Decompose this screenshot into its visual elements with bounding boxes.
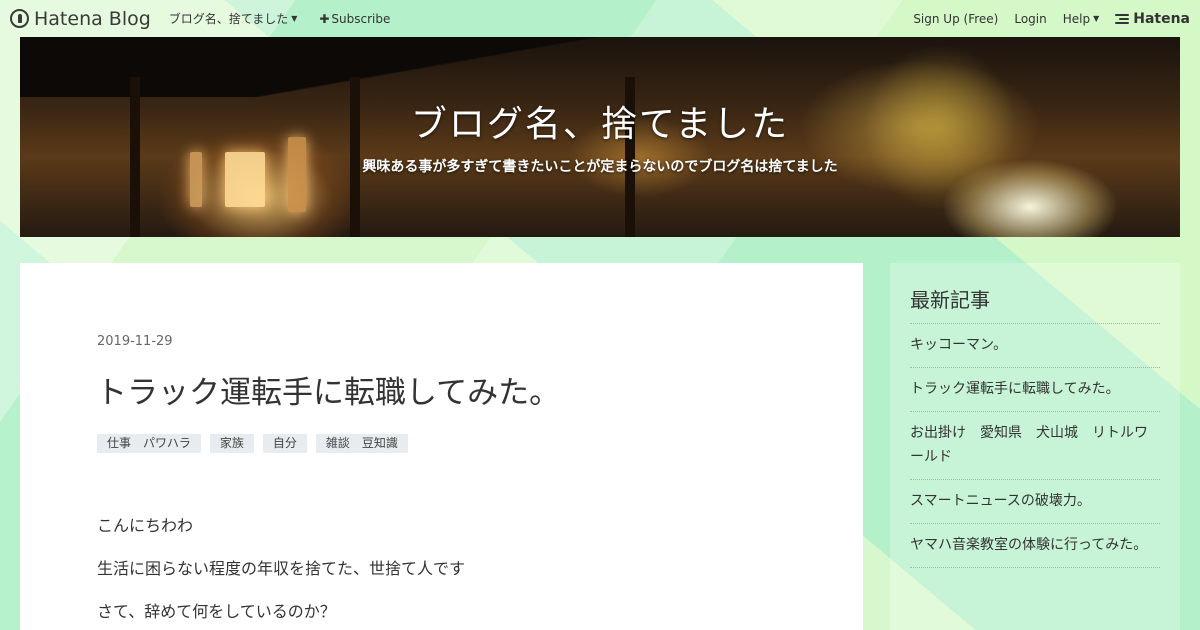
recent-entry-link[interactable]: トラック運転手に転職してみた。 <box>910 368 1160 412</box>
recent-entry-link[interactable]: キッコーマン。 <box>910 324 1160 368</box>
recent-entry-link[interactable]: ヤマハ音楽教室の体験に行ってみた。 <box>910 524 1160 568</box>
category-tag[interactable]: 家族 <box>209 434 254 453</box>
help-label: Help <box>1062 11 1091 26</box>
recent-entry-link[interactable]: スマートニュースの破壊力。 <box>910 480 1160 524</box>
caret-down-icon: ▼ <box>1093 14 1100 23</box>
caret-down-icon: ▼ <box>291 14 298 23</box>
hatena-blog-logo[interactable]: Hatena Blog <box>10 8 151 30</box>
category-tag[interactable]: 自分 <box>262 434 307 453</box>
recent-entry-link[interactable]: お出掛け 愛知県 犬山城 リトルワールド <box>910 412 1160 480</box>
hatena-logo-text: Hatena <box>1133 10 1190 27</box>
hatena-wave-icon <box>1115 12 1130 26</box>
blog-header-banner: ブログ名、捨てました 興味ある事が多すぎて書きたいことが定まらないのでブログ名は… <box>20 37 1180 237</box>
article-paragraph: こんにちわわ <box>97 516 194 535</box>
global-header-right: Sign Up (Free) Login Help ▼ Hatena <box>897 11 1200 27</box>
article-card: 2019-11-29 トラック運転手に転職してみた。 仕事 パワハラ 家族 自分… <box>20 263 863 630</box>
category-list: 仕事 パワハラ 家族 自分 雑談 豆知識 <box>97 434 417 453</box>
logo-text: Hatena Blog <box>34 7 151 30</box>
sidebar: 最新記事 キッコーマン。 トラック運転手に転職してみた。 お出掛け 愛知県 犬山… <box>890 263 1180 630</box>
blog-description: 興味ある事が多すぎて書きたいことが定まらないのでブログ名は捨てました <box>362 159 838 175</box>
recent-entries-list: キッコーマン。 トラック運転手に転職してみた。 お出掛け 愛知県 犬山城 リトル… <box>910 323 1160 568</box>
article-date[interactable]: 2019-11-29 <box>97 334 173 349</box>
hatena-logo[interactable]: Hatena <box>1115 11 1190 27</box>
article-paragraph: 生活に困らない程度の年収を捨てた、世捨て人です <box>97 559 466 578</box>
global-header-left: Hatena Blog ブログ名、捨てました ▼ ✚ Subscribe <box>0 8 412 30</box>
blog-title[interactable]: ブログ名、捨てました <box>20 95 1180 147</box>
banner-text: ブログ名、捨てました 興味ある事が多すぎて書きたいことが定まらないのでブログ名は… <box>20 37 1180 237</box>
article-paragraph: さて、辞めて何をしているのか？ <box>97 602 336 621</box>
blog-menu-label: ブログ名、捨てました <box>168 12 289 26</box>
subscribe-button[interactable]: ✚ Subscribe <box>319 12 390 26</box>
blog-menu-dropdown[interactable]: ブログ名、捨てました ▼ <box>169 10 298 27</box>
plus-icon: ✚ <box>319 11 330 26</box>
article-title[interactable]: トラック運転手に転職してみた。 <box>96 367 560 412</box>
help-dropdown[interactable]: Help ▼ <box>1063 12 1100 26</box>
global-header: Hatena Blog ブログ名、捨てました ▼ ✚ Subscribe Sig… <box>0 0 1200 37</box>
category-tag[interactable]: 仕事 パワハラ <box>97 434 201 453</box>
signup-link[interactable]: Sign Up (Free) <box>913 12 998 26</box>
category-tag[interactable]: 雑談 豆知識 <box>315 434 408 453</box>
hatena-blog-logo-icon <box>10 9 29 28</box>
recent-entries-title: 最新記事 <box>910 288 990 312</box>
login-link[interactable]: Login <box>1014 12 1046 26</box>
subscribe-label: Subscribe <box>331 11 391 26</box>
